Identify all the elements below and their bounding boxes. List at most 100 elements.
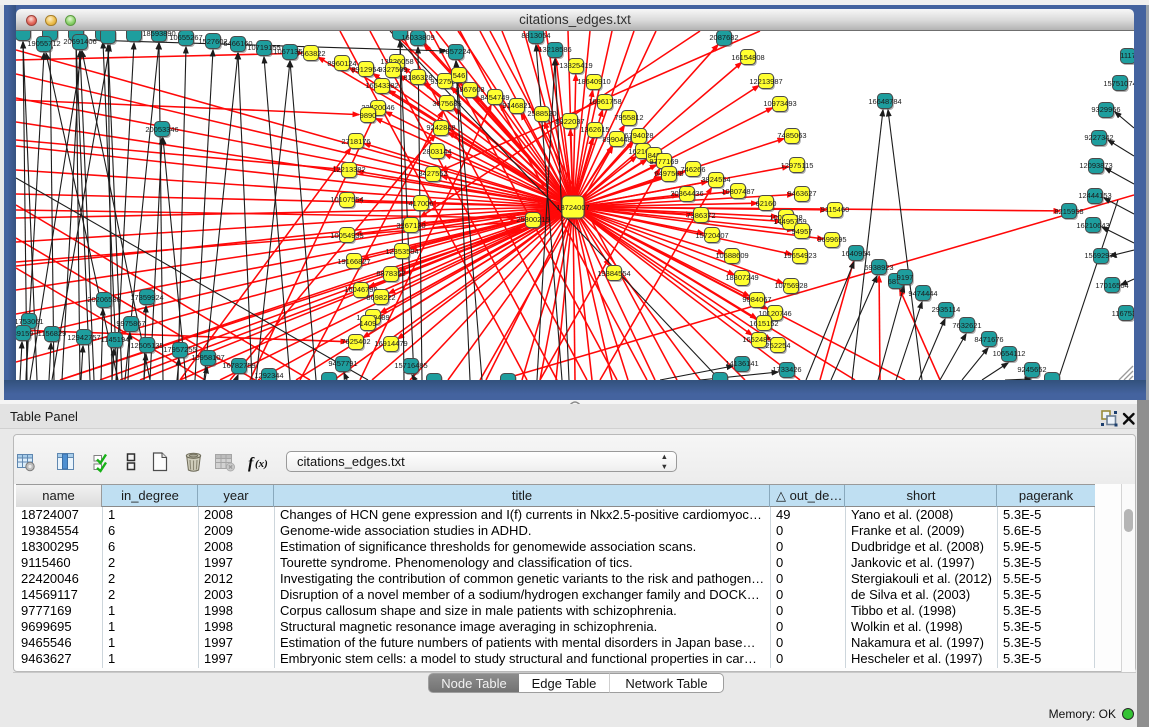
svg-text:746266: 746266 xyxy=(680,165,705,174)
svg-text:9457791: 9457791 xyxy=(328,359,357,368)
svg-text:12975115: 12975115 xyxy=(781,161,814,170)
svg-text:12353594: 12353594 xyxy=(385,247,418,256)
svg-text:16648784: 16648784 xyxy=(868,97,901,106)
svg-text:7955812: 7955812 xyxy=(614,113,643,122)
svg-text:12505135: 12505135 xyxy=(130,341,163,350)
svg-text:8215958: 8215958 xyxy=(1054,207,1083,216)
svg-text:9227342: 9227342 xyxy=(1084,133,1113,142)
svg-text:15751074: 15751074 xyxy=(1103,79,1134,88)
svg-text:8878352: 8878352 xyxy=(376,269,405,278)
svg-text:1117: 1117 xyxy=(1120,51,1134,60)
svg-text:8912954: 8912954 xyxy=(351,65,380,74)
svg-text:8471676: 8471676 xyxy=(974,335,1003,344)
svg-text:12213987: 12213987 xyxy=(749,77,782,86)
svg-text:7857224: 7857224 xyxy=(441,47,470,56)
svg-text:6794028: 6794028 xyxy=(624,131,653,140)
svg-text:8698222: 8698222 xyxy=(366,293,395,302)
svg-text:15716485: 15716485 xyxy=(394,361,427,370)
svg-text:1145194: 1145194 xyxy=(101,335,130,344)
svg-text:10054935: 10054935 xyxy=(330,231,363,240)
svg-text:7663822: 7663822 xyxy=(296,49,325,58)
svg-text:8186328: 8186328 xyxy=(403,73,432,82)
svg-text:17359924: 17359924 xyxy=(130,293,163,302)
svg-text:9115460: 9115460 xyxy=(821,205,850,214)
svg-text:16782759: 16782759 xyxy=(222,361,255,370)
svg-text:1362615: 1362615 xyxy=(580,125,609,134)
svg-text:7632621: 7632621 xyxy=(952,321,981,330)
svg-text:1753061: 1753061 xyxy=(16,317,44,326)
svg-text:9245652: 9245652 xyxy=(1017,365,1046,374)
svg-text:252254: 252254 xyxy=(765,341,790,350)
svg-text:12093873: 12093873 xyxy=(1079,161,1112,170)
svg-text:10756928: 10756928 xyxy=(774,281,807,290)
svg-text:417006: 417006 xyxy=(408,199,433,208)
svg-text:19654923: 19654923 xyxy=(783,251,816,260)
svg-text:1733426: 1733426 xyxy=(772,365,801,374)
svg-text:19166827: 19166827 xyxy=(337,257,370,266)
svg-text:12444153: 12444153 xyxy=(1078,191,1111,200)
svg-text:(x): (x) xyxy=(255,458,268,470)
svg-text:94957: 94957 xyxy=(792,227,813,236)
svg-text:8813054: 8813054 xyxy=(521,31,550,40)
svg-text:10107554: 10107554 xyxy=(330,195,363,204)
svg-text:10654112: 10654112 xyxy=(993,349,1026,358)
svg-text:20053346: 20053346 xyxy=(145,125,178,134)
svg-text:7625402: 7625402 xyxy=(341,337,370,346)
svg-text:1167533: 1167533 xyxy=(1112,309,1134,318)
svg-text:9890: 9890 xyxy=(360,111,377,120)
svg-text:6497568: 6497568 xyxy=(654,169,683,178)
svg-text:3875685: 3875685 xyxy=(432,99,461,108)
svg-text:14136141: 14136141 xyxy=(725,359,758,368)
svg-text:9463627: 9463627 xyxy=(787,189,816,198)
svg-text:18640910: 18640910 xyxy=(577,77,610,86)
svg-text:8427552: 8427552 xyxy=(418,169,447,178)
svg-text:5938923: 5938923 xyxy=(864,263,893,272)
svg-text:2087682: 2087682 xyxy=(709,33,738,42)
svg-text:10807487: 10807487 xyxy=(721,187,754,196)
svg-text:39159: 39159 xyxy=(16,329,33,338)
svg-text:1640954: 1640954 xyxy=(841,249,870,258)
svg-text:7386372: 7386372 xyxy=(686,211,715,220)
svg-text:9084067: 9084067 xyxy=(742,295,771,304)
svg-text:2588520: 2588520 xyxy=(527,109,556,118)
svg-text:7485063: 7485063 xyxy=(777,131,806,140)
svg-text:19055712: 19055712 xyxy=(27,39,60,48)
svg-text:12213382: 12213382 xyxy=(332,165,365,174)
svg-text:3267130: 3267130 xyxy=(396,221,425,230)
svg-text:16033809: 16033809 xyxy=(401,33,434,42)
svg-text:20206536: 20206536 xyxy=(87,295,120,304)
svg-text:18724007: 18724007 xyxy=(556,203,589,212)
svg-text:20364436: 20364436 xyxy=(670,189,703,198)
svg-text:9975867: 9975867 xyxy=(116,319,145,328)
svg-text:13218586: 13218586 xyxy=(538,45,571,54)
svg-text:15692971: 15692971 xyxy=(1084,251,1117,260)
svg-text:546: 546 xyxy=(453,71,466,80)
svg-text:f: f xyxy=(248,455,255,472)
svg-text:9699695: 9699695 xyxy=(817,235,846,244)
svg-text:18807249: 18807249 xyxy=(725,273,758,282)
svg-text:16154808: 16154808 xyxy=(731,53,764,62)
svg-text:9777169: 9777169 xyxy=(649,157,678,166)
svg-text:20691406: 20691406 xyxy=(63,37,96,46)
svg-text:1615152: 1615152 xyxy=(749,319,778,328)
svg-text:16914479: 16914479 xyxy=(374,339,407,348)
svg-text:15720407: 15720407 xyxy=(695,231,728,240)
svg-text:1292344: 1292344 xyxy=(254,371,283,380)
svg-text:17016504: 17016504 xyxy=(1095,281,1128,290)
svg-text:25300215: 25300215 xyxy=(516,215,549,224)
svg-text:16210643: 16210643 xyxy=(1076,221,1109,230)
svg-text:2803144: 2803144 xyxy=(422,147,451,156)
svg-text:16543382: 16543382 xyxy=(365,81,398,90)
svg-text:10958107: 10958107 xyxy=(191,353,224,362)
svg-text:9197: 9197 xyxy=(897,273,914,282)
svg-text:9474444: 9474444 xyxy=(908,289,937,298)
svg-text:1409: 1409 xyxy=(360,319,377,328)
svg-text:9329966: 9329966 xyxy=(1091,105,1120,114)
svg-text:16961758: 16961758 xyxy=(588,97,621,106)
svg-text:13325419: 13325419 xyxy=(559,61,592,70)
svg-text:10973493: 10973493 xyxy=(763,99,796,108)
svg-text:19384554: 19384554 xyxy=(597,269,630,278)
svg-text:12942757: 12942757 xyxy=(67,333,100,342)
svg-text:1156829: 1156829 xyxy=(38,329,67,338)
svg-text:62160: 62160 xyxy=(756,199,777,208)
